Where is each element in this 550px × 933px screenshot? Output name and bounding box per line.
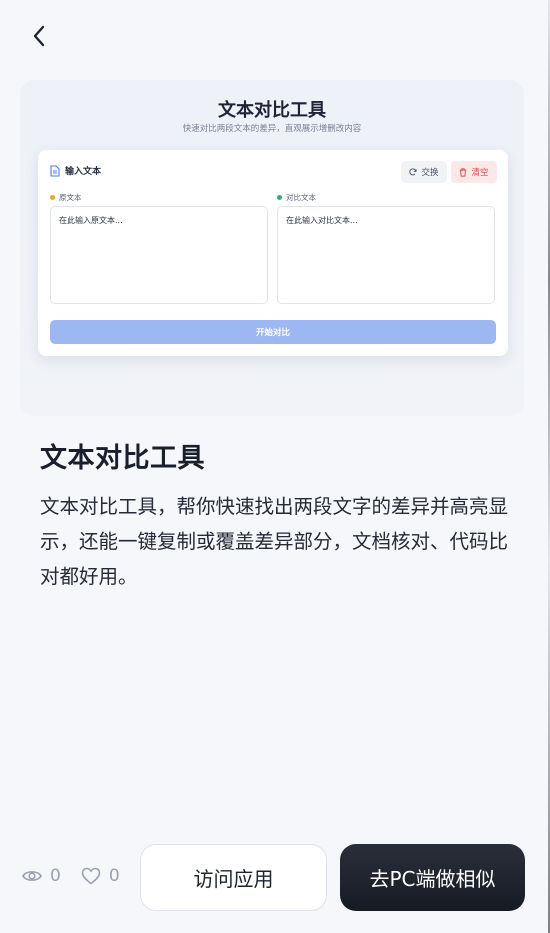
preview-clear-button: 清空 [451, 161, 497, 183]
back-button[interactable] [30, 22, 62, 50]
compare-dot-icon [277, 195, 282, 200]
preview-subtitle: 快速对比两段文本的差异，直观展示增删改内容 [182, 124, 362, 134]
preview-title: 文本对比工具 [218, 100, 326, 121]
app-title: 文本对比工具 [40, 443, 205, 474]
compare-label-text: 对比文本 [286, 193, 316, 202]
original-label-text: 原文本 [59, 193, 82, 202]
visit-app-button[interactable]: 访问应用 [140, 844, 327, 911]
view-count: 0 [22, 866, 61, 886]
app-description: 文本对比工具，帮你快速找出两段文字的差异并高亮显示，还能一键复制或覆盖差异部分，… [40, 495, 509, 588]
preview-panel-title: 输入文本 [65, 167, 102, 177]
app-preview-image: 文本对比工具 快速对比两段文本的差异，直观展示增删改内容 输入文本 交换 清空 [20, 80, 524, 416]
view-count-value: 0 [50, 866, 61, 886]
trash-icon [460, 167, 467, 177]
preview-input-panel: 输入文本 交换 清空 原文本 对比文本 在此输入原文本... 在此输入对比文本.… [38, 150, 508, 356]
like-count[interactable]: 0 [81, 866, 120, 886]
stats-bar: 0 0 [22, 866, 120, 886]
preview-original-textarea: 在此输入原文本... [50, 206, 268, 304]
preview-clear-label: 清空 [471, 168, 489, 178]
like-count-value: 0 [108, 866, 120, 886]
go-pc-button[interactable]: 去PC端做相似 [340, 844, 525, 911]
preview-start-compare-button: 开始对比 [50, 320, 496, 344]
preview-original-label: 原文本 [50, 192, 82, 203]
document-icon [50, 164, 60, 177]
preview-compare-textarea: 在此输入对比文本... [277, 206, 495, 304]
preview-panel-header: 输入文本 [50, 164, 101, 177]
preview-swap-button: 交换 [401, 161, 447, 183]
heart-icon [81, 867, 101, 885]
preview-compare-label: 对比文本 [277, 192, 316, 203]
preview-swap-label: 交换 [421, 168, 439, 178]
refresh-icon [409, 168, 418, 176]
eye-icon [22, 871, 42, 881]
chevron-left-icon [33, 25, 45, 47]
original-dot-icon [50, 195, 55, 200]
